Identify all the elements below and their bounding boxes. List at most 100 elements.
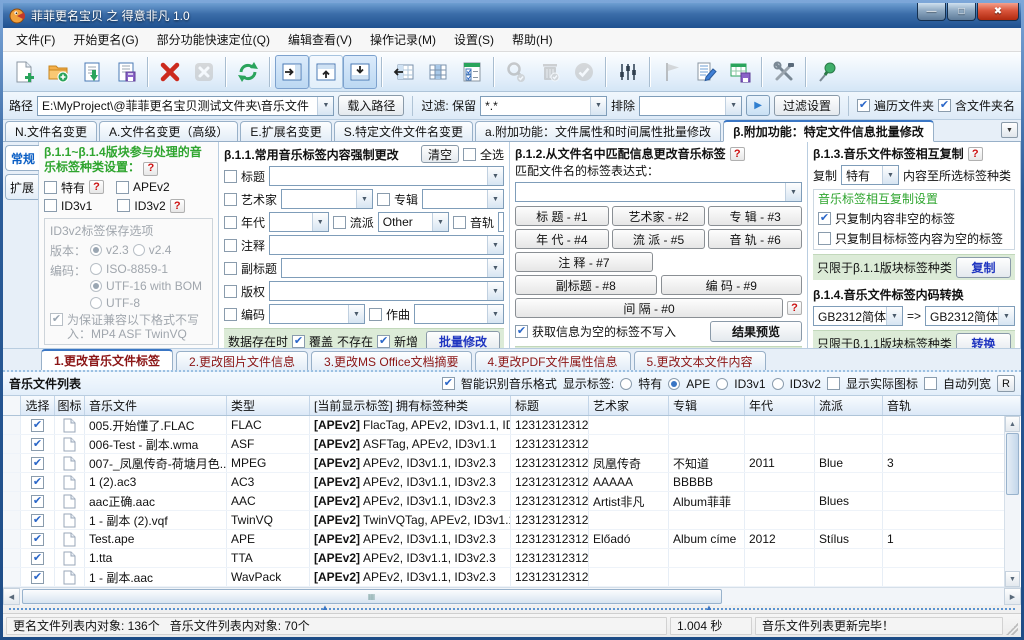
menu-settings[interactable]: 设置(S) (445, 28, 503, 51)
copyright-checkbox[interactable] (224, 285, 237, 298)
column-icon[interactable]: 图标 (55, 396, 85, 415)
tab-filename-advanced[interactable]: A.文件名变更（高级） (99, 121, 238, 141)
match-year-button[interactable]: 年 代 - #4 (515, 229, 609, 249)
real-icon-checkbox[interactable] (827, 377, 840, 390)
row-select-checkbox[interactable] (31, 514, 44, 527)
scroll-right-icon[interactable]: ▶ (1004, 588, 1021, 605)
splitter-arrow-icon[interactable]: ▲ (705, 604, 713, 612)
keep-filter-combo[interactable]: *.* (480, 96, 607, 116)
match-genre-button[interactable]: 流 派 - #5 (612, 229, 706, 249)
display-native-radio[interactable] (620, 378, 632, 390)
dropdown-arrow-icon[interactable] (356, 190, 372, 208)
track-input[interactable] (498, 212, 504, 232)
dropdown-arrow-icon[interactable] (487, 305, 503, 323)
preview-button[interactable]: 结果预览 (710, 321, 802, 342)
pin-button[interactable] (811, 55, 845, 89)
table-row[interactable]: Test.apeAPE[APEv2]APEv2, ID3v1.1, ID3v2.… (3, 530, 1005, 549)
menu-file[interactable]: 文件(F) (7, 28, 64, 51)
horizontal-scrollbar-thumb[interactable]: ▦ (22, 589, 722, 604)
genre-combo[interactable]: Other (378, 212, 449, 232)
vertical-scrollbar[interactable]: ▲ ▼ (1004, 416, 1020, 587)
dropdown-arrow-icon[interactable] (312, 213, 328, 231)
resize-grip[interactable] (1006, 623, 1018, 635)
match-artist-button[interactable]: 艺术家 - #2 (612, 206, 706, 226)
tab-overflow-button[interactable] (1001, 122, 1018, 138)
table-row[interactable]: 1 (2).ac3AC3[APEv2]APEv2, ID3v1.1, ID3v2… (3, 473, 1005, 492)
row-select-checkbox[interactable] (31, 419, 44, 432)
match-album-button[interactable]: 专 辑 - #3 (708, 206, 802, 226)
row-select-checkbox[interactable] (31, 571, 44, 584)
dropdown-arrow-icon[interactable] (348, 305, 364, 323)
subtab-text-content[interactable]: 5.更改文本文件内容 (634, 351, 766, 370)
column-title[interactable]: 标题 (511, 396, 589, 415)
dropdown-arrow-icon[interactable] (487, 236, 503, 254)
display-id3v2-radio[interactable] (772, 378, 784, 390)
batch-check-button[interactable] (455, 55, 489, 89)
table-row[interactable]: 007-_凤凰传奇-荷塘月色....MPEG[APEv2]APEv2, ID3v… (3, 454, 1005, 473)
dropdown-arrow-icon[interactable] (487, 167, 503, 185)
side-tab-general[interactable]: 常规 (5, 145, 40, 171)
subtab-pdf-properties[interactable]: 4.更改PDF文件属性信息 (475, 351, 631, 370)
save-list-button[interactable] (109, 55, 143, 89)
row-select-checkbox[interactable] (31, 533, 44, 546)
table-row[interactable]: 1 - 副本.aacWavPack[APEv2]APEv2, ID3v1.1, … (3, 568, 1005, 587)
copyright-combo[interactable] (269, 281, 504, 301)
column-file[interactable]: 音乐文件 (85, 396, 227, 415)
delete-button[interactable] (153, 55, 187, 89)
native-tag-checkbox[interactable] (44, 181, 57, 194)
composer-combo[interactable] (414, 304, 504, 324)
artist-checkbox[interactable] (224, 193, 237, 206)
column-album[interactable]: 专辑 (669, 396, 745, 415)
column-type[interactable]: 类型 (227, 396, 310, 415)
side-tab-extended[interactable]: 扩展 (5, 174, 38, 200)
row-select-checkbox[interactable] (31, 495, 44, 508)
dropdown-arrow-icon[interactable] (886, 307, 902, 325)
album-combo[interactable] (422, 189, 504, 209)
help-icon[interactable] (787, 301, 802, 315)
dropdown-arrow-icon[interactable] (487, 259, 503, 277)
shift-columns-button[interactable] (387, 55, 421, 89)
match-track-button[interactable]: 音 轨 - #6 (708, 229, 802, 249)
title-bar[interactable]: 菲菲更名宝贝 之 得意非凡 1.0 — □ ✖ (3, 3, 1021, 28)
splitter-arrow-icon[interactable]: ▲ (321, 604, 329, 612)
auto-width-checkbox[interactable] (924, 377, 937, 390)
add-folder-button[interactable] (41, 55, 75, 89)
column-genre[interactable]: 流派 (815, 396, 883, 415)
match-comment-button[interactable]: 注 释 - #7 (515, 252, 653, 272)
traverse-folders-checkbox[interactable] (857, 99, 870, 112)
copy-source-combo[interactable]: 特有 (841, 165, 899, 185)
panel-right-toggle[interactable] (275, 55, 309, 89)
tab-extension[interactable]: E.扩展名变更 (240, 121, 331, 141)
track-checkbox[interactable] (453, 216, 466, 229)
table-row[interactable]: 006-Test - 副本.wmaASF[APEv2]ASFTag, APEv2… (3, 435, 1005, 454)
panel-splitter[interactable]: ▲ ▲ (3, 605, 1021, 613)
dropdown-arrow-icon[interactable] (590, 97, 606, 115)
encoding-from-combo[interactable]: GB2312简体 (813, 306, 903, 326)
comment-combo[interactable] (269, 235, 504, 255)
menu-quick-locate[interactable]: 部分功能快速定位(Q) (148, 28, 279, 51)
expression-combo[interactable] (515, 182, 802, 202)
edit-list-button[interactable] (689, 55, 723, 89)
dropdown-arrow-icon[interactable] (432, 213, 448, 231)
skip-empty-checkbox[interactable] (515, 325, 528, 338)
table-row[interactable]: 005.开始懂了.FLACFLAC[APEv2]FlacTag, APEv2, … (3, 416, 1005, 435)
display-id3v1-radio[interactable] (716, 378, 728, 390)
path-combo[interactable]: E:\MyProject\@菲菲更名宝贝测试文件夹\音乐文件 (37, 96, 334, 116)
row-select-checkbox[interactable] (31, 457, 44, 470)
tab-file-info-batch[interactable]: β.附加功能：特定文件信息批量修改 (723, 120, 934, 142)
match-gap-button[interactable]: 间 隔 - #0 (515, 298, 783, 318)
copy-button[interactable]: 复制 (956, 257, 1011, 278)
clear-button[interactable]: 清空 (421, 145, 459, 163)
dropdown-arrow-icon[interactable] (882, 166, 898, 184)
year-combo[interactable] (269, 212, 329, 232)
display-ape-radio[interactable] (668, 378, 680, 390)
tab-filename[interactable]: N.文件名变更 (5, 121, 97, 141)
minimize-button[interactable]: — (917, 3, 946, 21)
vertical-scrollbar-thumb[interactable] (1006, 433, 1019, 495)
comment-checkbox[interactable] (224, 239, 237, 252)
import-list-button[interactable] (75, 55, 109, 89)
subtab-image-info[interactable]: 2.更改图片文件信息 (176, 351, 308, 370)
tools-button[interactable] (767, 55, 801, 89)
panel-down-toggle[interactable] (343, 55, 377, 89)
include-folder-name-checkbox[interactable] (938, 99, 951, 112)
